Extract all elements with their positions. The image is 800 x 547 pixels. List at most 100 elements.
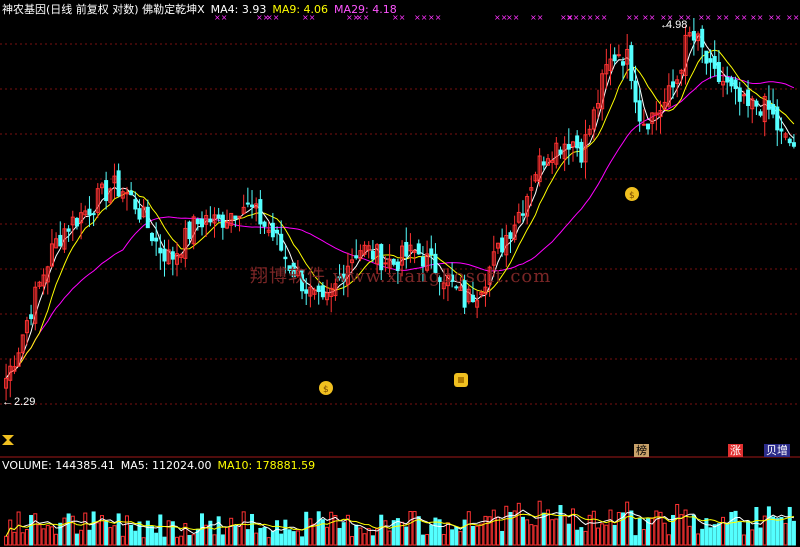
volume-bars — [4, 500, 796, 546]
candle — [766, 100, 771, 110]
candle — [737, 87, 742, 102]
volume-bar — [54, 533, 59, 546]
volume-bar — [633, 535, 638, 546]
volume-bar — [408, 510, 413, 546]
candle — [725, 77, 730, 83]
volume-bar — [41, 528, 46, 546]
volume-bar — [550, 519, 555, 546]
volume-bar — [662, 522, 667, 546]
volume-bar — [579, 527, 584, 546]
volume-label: VOLUME: 144385.41 — [2, 459, 115, 472]
volume-bar — [458, 531, 463, 546]
volume-bar — [158, 514, 163, 546]
volume-bar — [266, 537, 271, 546]
volume-bar — [504, 505, 509, 546]
volume-bar — [287, 529, 292, 546]
candle — [58, 234, 63, 247]
volume-bar — [275, 520, 280, 546]
volume-bar — [654, 510, 659, 546]
volume-bar — [145, 520, 150, 546]
candle — [541, 161, 546, 166]
volume-bar — [166, 520, 171, 546]
signal-cross-icon: ×× — [698, 13, 711, 22]
volume-bar — [241, 511, 246, 546]
candle — [429, 248, 434, 256]
candle — [270, 222, 275, 238]
volume-bar — [174, 536, 179, 546]
volume-bar — [425, 534, 430, 546]
candle — [791, 142, 796, 147]
volume-bar — [675, 503, 680, 546]
candle — [508, 232, 513, 239]
candle — [275, 229, 280, 234]
candle — [66, 228, 71, 232]
volume-bar — [479, 523, 484, 546]
volume-bar — [312, 523, 317, 546]
candle — [733, 79, 738, 90]
volume-bar — [783, 522, 788, 546]
candle — [729, 77, 734, 87]
volume-bar — [583, 530, 588, 546]
volume-bar — [554, 518, 559, 546]
grid-lines — [0, 43, 800, 458]
volume-bar — [721, 516, 726, 546]
volume-bar — [679, 514, 684, 546]
volume-bar — [708, 527, 713, 546]
candle — [104, 180, 109, 202]
volume-bar — [700, 528, 705, 546]
volume-bar — [608, 509, 613, 546]
volume-bar — [537, 500, 542, 546]
candle — [775, 106, 780, 131]
volume-bar — [225, 526, 230, 546]
volume-bar — [133, 530, 138, 546]
signal-cross-icon: ×× — [566, 13, 579, 22]
volume-bar — [416, 516, 421, 546]
volume-bar — [387, 530, 392, 546]
volume-bar — [529, 524, 534, 546]
volume-bar — [525, 519, 530, 546]
volume-bar — [66, 513, 71, 546]
candle — [616, 54, 621, 57]
volume-bar — [337, 527, 342, 546]
signal-cross-icon: ×× — [750, 13, 763, 22]
volume-bar — [637, 518, 642, 546]
volume-bar — [616, 511, 621, 546]
volume-bar — [24, 529, 29, 546]
volume-bar — [233, 525, 238, 546]
candle — [575, 135, 580, 149]
candle — [87, 208, 92, 216]
volume-bar — [308, 518, 313, 546]
ma9-line — [5, 49, 795, 379]
money-bag-icon: $ — [319, 381, 333, 395]
candle — [404, 241, 409, 257]
volume-bar — [575, 529, 580, 546]
main-legend: 神农基因(日线 前复权 对数) 佛勒定乾坤X MA4: 3.93 MA9: 4.06… — [2, 1, 403, 17]
signal-cross-icon: ×× — [414, 13, 427, 22]
volume-bar — [650, 517, 655, 546]
volume-bar — [29, 514, 34, 546]
volume-bar — [270, 530, 275, 546]
volume-bar — [771, 516, 776, 546]
volume-bar — [49, 526, 54, 546]
volume-bar — [562, 515, 567, 546]
volume-bar — [124, 515, 129, 546]
volume-bar — [395, 518, 400, 546]
candle — [641, 123, 646, 126]
candle — [637, 100, 642, 122]
candle — [91, 213, 96, 216]
volume-bar — [533, 525, 538, 546]
volume-bar — [220, 534, 225, 546]
volume-bar — [516, 502, 521, 546]
volume-bar — [20, 532, 25, 546]
signal-cross-icon: ×× — [768, 13, 781, 22]
candle — [195, 218, 200, 225]
volume-bar — [216, 516, 221, 546]
signal-cross-icon: ×× — [716, 13, 729, 22]
volume-bar — [604, 524, 609, 546]
volume-bar — [191, 534, 196, 546]
signal-cross-icon: ×× — [530, 13, 543, 22]
volume-bar — [370, 535, 375, 546]
volume-bar — [141, 537, 146, 546]
volume-bar — [787, 506, 792, 546]
volume-bar — [379, 514, 384, 546]
